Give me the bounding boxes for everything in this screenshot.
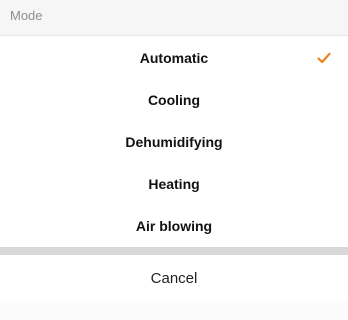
sheet-header: Mode [0,0,348,36]
option-label: Dehumidifying [125,134,223,150]
bottom-spacer [0,301,348,320]
mode-action-sheet: Mode Automatic Cooling Dehumidifying Hea… [0,0,348,320]
mode-option-dehumidifying[interactable]: Dehumidifying [0,121,348,163]
mode-option-cooling[interactable]: Cooling [0,79,348,121]
sheet-title: Mode [10,8,43,23]
option-label: Heating [148,176,200,192]
option-label: Cooling [147,92,201,108]
mode-option-air-blowing[interactable]: Air blowing [0,205,348,247]
cancel-button[interactable]: Cancel [0,255,348,301]
option-label: Automatic [139,50,209,66]
mode-options-list: Automatic Cooling Dehumidifying Heating … [0,37,348,247]
section-divider [0,247,348,255]
check-icon [317,52,331,64]
mode-option-automatic[interactable]: Automatic [0,37,348,79]
option-label: Air blowing [135,218,213,234]
mode-option-heating[interactable]: Heating [0,163,348,205]
